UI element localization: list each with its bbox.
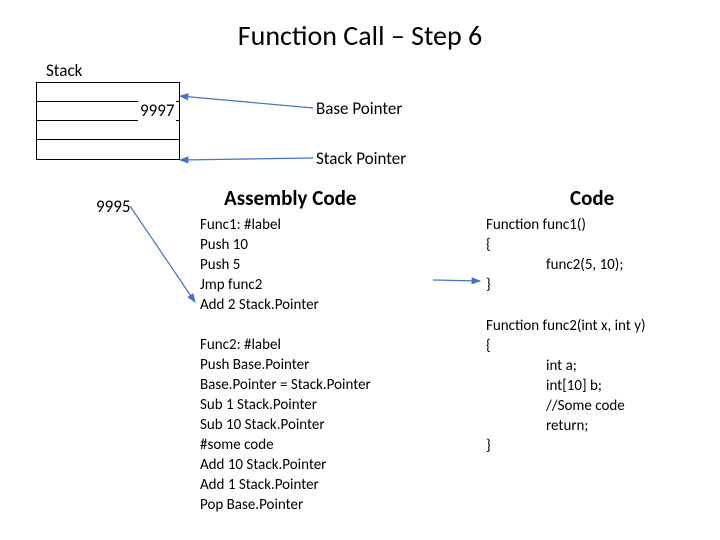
- base-pointer-arrow: [180, 96, 313, 108]
- asm-line: Add 2 Stack.Pointer: [200, 295, 319, 315]
- asm-line: Sub 1 Stack.Pointer: [200, 395, 371, 415]
- code-line: func2(5, 10);: [486, 255, 623, 275]
- asm-line: Add 10 Stack.Pointer: [200, 455, 371, 475]
- code-line: return;: [486, 416, 646, 436]
- asm-line: Push 5: [200, 255, 319, 275]
- code-line: int[10] b;: [486, 376, 646, 396]
- code-line: Function func1(): [486, 215, 623, 235]
- code-line: }: [486, 436, 646, 456]
- stack-pointer-label: Stack Pointer: [316, 148, 406, 169]
- base-pointer-label: Base Pointer: [316, 98, 402, 119]
- code-line: int a;: [486, 356, 646, 376]
- asm-line: Func2: #label: [200, 335, 371, 355]
- asm-line: Push Base.Pointer: [200, 355, 371, 375]
- value-9997: 9997: [138, 100, 176, 121]
- assembly-block-2: Func2: #label Push Base.Pointer Base.Poi…: [200, 335, 371, 515]
- code-line: {: [486, 235, 623, 255]
- code-heading: Code: [570, 185, 614, 211]
- asm-line: Add 1 Stack.Pointer: [200, 475, 371, 495]
- label-9995-arrow: [130, 206, 195, 302]
- code-line: {: [486, 336, 646, 356]
- value-9995: 9995: [96, 196, 130, 217]
- code-line: }: [486, 275, 623, 295]
- asm-line: Jmp func2: [200, 275, 319, 295]
- stack-pointer-arrow: [180, 158, 313, 160]
- asm-line: Push 10: [200, 235, 319, 255]
- asm-line: #some code: [200, 435, 371, 455]
- code-line: Function func2(int x, int y): [486, 316, 646, 336]
- code-block-2: Function func2(int x, int y) { int a; in…: [486, 316, 646, 456]
- code-line: //Some code: [486, 396, 646, 416]
- asm-line: Sub 10 Stack.Pointer: [200, 415, 371, 435]
- assembly-heading: Assembly Code: [224, 185, 357, 211]
- code-block-1: Function func1() { func2(5, 10); }: [486, 215, 623, 295]
- return-arrow: [433, 280, 480, 281]
- asm-line: Base.Pointer = Stack.Pointer: [200, 375, 371, 395]
- assembly-block-1: Func1: #label Push 10 Push 5 Jmp func2 A…: [200, 215, 319, 315]
- asm-line: Pop Base.Pointer: [200, 495, 371, 515]
- asm-line: Func1: #label: [200, 215, 319, 235]
